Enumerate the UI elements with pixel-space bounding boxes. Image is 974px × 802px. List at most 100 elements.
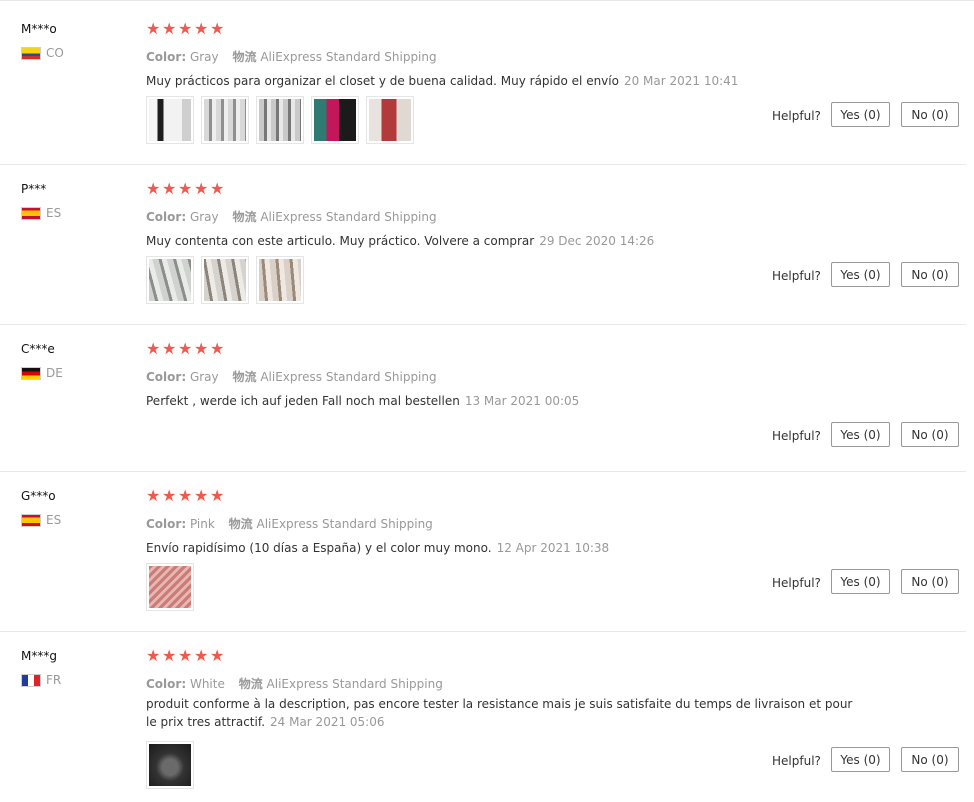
star-icon: ★ <box>162 179 177 198</box>
star-icon: ★ <box>146 19 161 38</box>
review-photo-thumbnail[interactable] <box>146 96 194 144</box>
review-text: Muy prácticos para organizar el closet y… <box>146 74 619 88</box>
review-text-block: Envío rapidísimo (10 días a España) y el… <box>146 539 858 557</box>
color-label: Color: <box>146 370 187 384</box>
review-item: P*** ES ★ ★ ★ ★ ★ Color: Gray 物流 AliExpress … <box>0 164 966 325</box>
review-date: 20 Mar 2021 10:41 <box>623 74 739 88</box>
spain-flag-icon <box>21 513 41 527</box>
helpful-no-button[interactable]: No (0) <box>901 102 959 127</box>
review-text: Muy contenta con este articulo. Muy prác… <box>146 234 535 248</box>
star-icon: ★ <box>146 179 161 198</box>
review-photo-thumbnail[interactable] <box>311 96 359 144</box>
review-date: 24 Mar 2021 05:06 <box>270 715 385 729</box>
review-photo-thumbnail[interactable] <box>146 741 194 789</box>
star-icon: ★ <box>162 486 177 505</box>
review-photo-thumbnail[interactable] <box>201 96 249 144</box>
review-date: 13 Mar 2021 00:05 <box>464 394 580 408</box>
review-meta: Color: White 物流 AliExpress Standard Ship… <box>146 675 443 692</box>
review-photo-thumbnail[interactable] <box>201 256 249 304</box>
shipping-value: AliExpress Standard Shipping <box>260 50 437 64</box>
review-text: Perfekt , werde ich auf jeden Fall noch … <box>146 394 460 408</box>
star-icon: ★ <box>178 339 193 358</box>
color-value: White <box>189 677 225 691</box>
helpful-label: Helpful? <box>772 269 821 283</box>
color-label: Color: <box>146 50 187 64</box>
country-code: FR <box>46 673 62 687</box>
review-photo-thumbnail[interactable] <box>146 256 194 304</box>
helpful-yes-button[interactable]: Yes (0) <box>831 102 890 127</box>
star-rating: ★ ★ ★ ★ ★ <box>146 486 225 505</box>
star-icon: ★ <box>194 646 209 665</box>
helpful-no-button[interactable]: No (0) <box>901 747 959 772</box>
review-photos <box>146 256 304 304</box>
helpful-yes-button[interactable]: Yes (0) <box>831 422 890 447</box>
star-icon: ★ <box>162 19 177 38</box>
shipping-label: 物流 <box>238 677 263 691</box>
helpful-no-button[interactable]: No (0) <box>901 569 959 594</box>
review-photo-thumbnail[interactable] <box>366 96 414 144</box>
country-code: ES <box>46 513 62 527</box>
star-icon: ★ <box>146 486 161 505</box>
star-icon: ★ <box>178 179 193 198</box>
color-value: Gray <box>189 210 219 224</box>
star-rating: ★ ★ ★ ★ ★ <box>146 179 225 198</box>
star-icon: ★ <box>210 646 225 665</box>
helpful-no-button[interactable]: No (0) <box>901 422 959 447</box>
review-item: G***o ES ★ ★ ★ ★ ★ Color: Pink 物流 AliExpress… <box>0 471 966 632</box>
reviewer-name: P*** <box>21 182 47 196</box>
star-rating: ★ ★ ★ ★ ★ <box>146 339 225 358</box>
star-rating: ★ ★ ★ ★ ★ <box>146 646 225 665</box>
reviewer-name: M***g <box>21 649 57 663</box>
germany-flag-icon <box>21 366 41 380</box>
review-date: 12 Apr 2021 10:38 <box>496 541 610 555</box>
shipping-value: AliExpress Standard Shipping <box>260 210 437 224</box>
star-icon: ★ <box>194 486 209 505</box>
review-photo-thumbnail[interactable] <box>256 96 304 144</box>
review-meta: Color: Gray 物流 AliExpress Standard Shipp… <box>146 208 437 225</box>
country-code: CO <box>46 46 64 60</box>
color-label: Color: <box>146 210 187 224</box>
review-date: 29 Dec 2020 14:26 <box>539 234 655 248</box>
reviewer-name: C***e <box>21 342 55 356</box>
star-rating: ★ ★ ★ ★ ★ <box>146 19 225 38</box>
reviewer-country: DE <box>21 366 63 380</box>
shipping-label: 物流 <box>232 210 257 224</box>
color-value: Gray <box>189 50 219 64</box>
reviewer-country: CO <box>21 46 64 60</box>
review-photos <box>146 741 194 789</box>
reviewer-country: FR <box>21 673 61 687</box>
helpful-yes-button[interactable]: Yes (0) <box>831 569 890 594</box>
colombia-flag-icon <box>21 46 41 60</box>
country-code: ES <box>46 206 62 220</box>
reviewer-name: M***o <box>21 22 57 36</box>
review-photo-thumbnail[interactable] <box>146 563 194 611</box>
star-icon: ★ <box>146 646 161 665</box>
helpful-label: Helpful? <box>772 576 821 590</box>
review-text-block: Muy contenta con este articulo. Muy prác… <box>146 232 858 250</box>
review-photos <box>146 96 414 144</box>
reviewer-country: ES <box>21 206 61 220</box>
star-icon: ★ <box>162 646 177 665</box>
france-flag-icon <box>21 673 41 687</box>
star-icon: ★ <box>162 339 177 358</box>
color-label: Color: <box>146 517 187 531</box>
helpful-no-button[interactable]: No (0) <box>901 262 959 287</box>
star-icon: ★ <box>194 19 209 38</box>
helpful-label: Helpful? <box>772 754 821 768</box>
star-icon: ★ <box>194 179 209 198</box>
star-icon: ★ <box>210 19 225 38</box>
helpful-yes-button[interactable]: Yes (0) <box>831 262 890 287</box>
shipping-label: 物流 <box>232 370 257 384</box>
star-icon: ★ <box>210 339 225 358</box>
shipping-label: 物流 <box>232 50 257 64</box>
color-value: Pink <box>189 517 215 531</box>
shipping-value: AliExpress Standard Shipping <box>260 370 437 384</box>
color-label: Color: <box>146 677 187 691</box>
review-photo-thumbnail[interactable] <box>256 256 304 304</box>
shipping-value: AliExpress Standard Shipping <box>266 677 443 691</box>
shipping-value: AliExpress Standard Shipping <box>256 517 433 531</box>
star-icon: ★ <box>178 19 193 38</box>
shipping-label: 物流 <box>228 517 253 531</box>
review-text-block: produit conforme à la description, pas e… <box>146 695 858 731</box>
helpful-yes-button[interactable]: Yes (0) <box>831 747 890 772</box>
